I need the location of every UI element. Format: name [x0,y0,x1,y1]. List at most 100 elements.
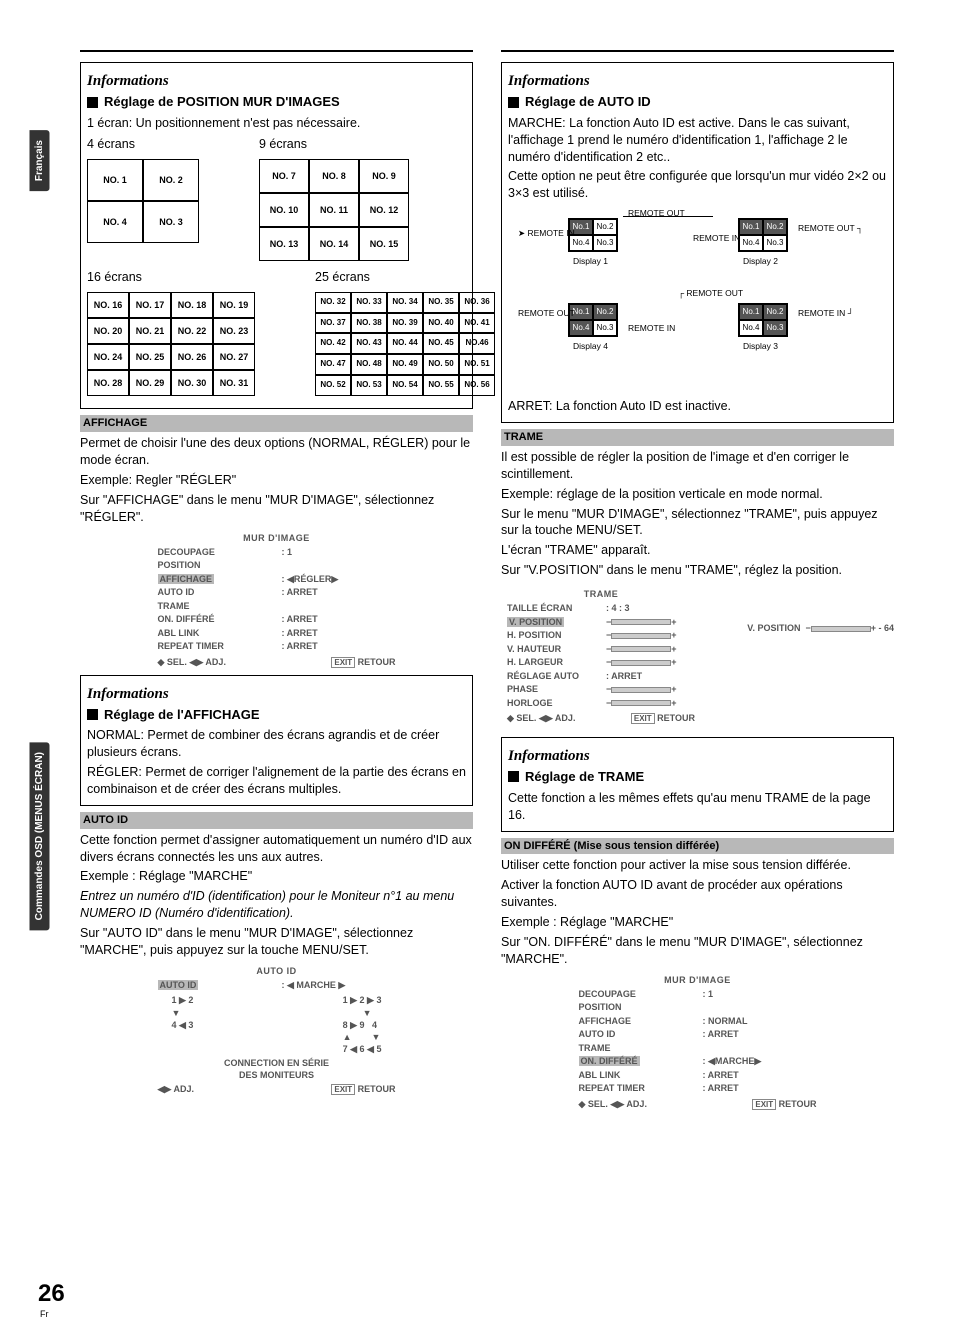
grid-cell: NO. 23 [213,318,255,344]
grid-cell: NO. 53 [351,375,387,396]
osd-row: H. POSITION−+ [501,629,701,643]
grid-cell: NO. 16 [87,292,129,318]
trame-ref: Cette fonction a les mêmes effets qu'au … [508,790,887,824]
info-box-position-mur: Informations Réglage de POSITION MUR D'I… [80,62,473,409]
osd-foot-right-2: EXIT RETOUR [331,1083,395,1096]
osd-title-autoid: AUTO ID [152,965,402,977]
grid-cell: NO. 8 [309,159,359,193]
osd-row: HORLOGE−+ [501,697,701,711]
osd-row: H. LARGEUR−+ [501,656,701,670]
remote-diagram: No.1No.2 No.4No.3 Display 1 ➤ REMOTE IN … [508,208,887,388]
trame-p2: Sur le menu "MUR D'IMAGE", sélectionnez … [501,506,894,540]
sub-reglage-trame: Réglage de TRAME [508,768,887,786]
sub-reglage-autoid: Réglage de AUTO ID [508,93,887,111]
trame-heading: TRAME [501,429,894,446]
affichage-heading: AFFICHAGE [80,415,473,432]
ondiff-p1: Utiliser cette fonction pour activer la … [501,857,894,874]
regler-desc: RÉGLER: Permet de corriger l'alignement … [87,764,466,798]
grid-cell: NO. 17 [129,292,171,318]
affichage-p1: Permet de choisir l'une des deux options… [80,435,473,469]
sub-reglage-position: Réglage de POSITION MUR D'IMAGES [87,93,466,111]
osd-row: PHASE−+ [501,683,701,697]
autoid-example: Exemple : Réglage "MARCHE" [80,868,473,885]
info-box-trame: Informations Réglage de TRAME Cette fonc… [501,737,894,832]
autoid-p2: Sur "AUTO ID" dans le menu "MUR D'IMAGE"… [80,925,473,959]
ondiff-example: Exemple : Réglage "MARCHE" [501,914,894,931]
grid-cell: NO. 7 [259,159,309,193]
label-16-ecrans: 16 écrans [87,269,255,286]
grid-cell: NO. 51 [459,354,495,375]
osd-row: ABL LINK: ARRET [152,627,402,641]
grid-cell: NO. 49 [387,354,423,375]
grid-cell: NO.46 [459,333,495,354]
grid-cell: NO. 12 [359,193,409,227]
grid-cell: NO. 50 [423,354,459,375]
grid-cell: NO. 56 [459,375,495,396]
grid-cell: NO. 24 [87,344,129,370]
osd-row: POSITION [573,1001,823,1015]
seq-right-icon: 1 ▶ 2 ▶ 3 ▼8 ▶ 9 4▲ ▼7 ◀ 6 ◀ 5 [343,994,382,1055]
grid-cell: NO. 4 [87,201,143,243]
trame-example: Exemple: réglage de la position vertical… [501,486,894,503]
page-number-sub: Fr [40,1308,49,1320]
grid-25-ecrans: NO. 32NO. 33NO. 34NO. 35NO. 36NO. 37NO. … [315,292,495,396]
sidebar-section: Commandes OSD (MENUS ÉCRAN) [30,742,50,930]
grid-cell: NO. 18 [171,292,213,318]
osd-conn-1: CONNECTION EN SÉRIE [152,1057,402,1069]
page-number: 26 [38,1278,65,1310]
informations-heading-2: Informations [87,684,466,704]
ondiff-p2: Activer la fonction AUTO ID avant de pro… [501,877,894,911]
grid-cell: NO. 55 [423,375,459,396]
grid-cell: NO. 22 [171,318,213,344]
grid-cell: NO. 3 [143,201,199,243]
osd-title: MUR D'IMAGE [152,532,402,544]
osd-auto-id: AUTO ID AUTO ID : ◀ MARCHE ▶ 1 ▶ 2▼4 ◀ 3… [152,965,402,1096]
trame-p4: Sur "V.POSITION" dans le menu "TRAME", r… [501,562,894,579]
osd-mur-image-1: MUR D'IMAGE DECOUPAGE: 1POSITIONAFFICHAG… [152,532,402,669]
osd-row: DECOUPAGE: 1 [573,988,823,1002]
osd-trame-side: V. POSITION −+ - 64 [747,582,894,634]
osd-row: TRAME [152,600,402,614]
label-25-ecrans: 25 écrans [315,269,495,286]
grid-4-ecrans: NO. 1NO. 2NO. 4NO. 3 [87,159,199,243]
osd-row: ABL LINK: ARRET [573,1069,823,1083]
grid-cell: NO. 1 [87,159,143,201]
autoid-p1: Cette fonction permet d'assigner automat… [80,832,473,866]
grid-cell: NO. 36 [459,292,495,313]
grid-cell: NO. 28 [87,370,129,396]
osd-row: DECOUPAGE: 1 [152,546,402,560]
osd-row: V. HAUTEUR−+ [501,643,701,657]
grid-cell: NO. 40 [423,313,459,334]
grid-cell: NO. 52 [315,375,351,396]
autoid-note: Entrez un numéro d'ID (identification) p… [80,888,473,922]
grid-cell: NO. 45 [423,333,459,354]
grid-cell: NO. 15 [359,227,409,261]
arret-desc: ARRET: La fonction Auto ID est inactive. [508,398,887,415]
informations-heading-r2: Informations [508,746,887,766]
grid-cell: NO. 37 [315,313,351,334]
grid-cell: NO. 32 [315,292,351,313]
osd-foot-left-3: ◆ SEL. ◀▶ ADJ. [507,712,575,725]
osd-trame: TRAME TAILLE ÉCRAN: 4 : 3V. POSITION−+H.… [501,588,701,725]
osd-row: AFFICHAGE: NORMAL [573,1015,823,1029]
osd-foot-left-2: ◀▶ ADJ. [158,1083,195,1096]
osd-foot-right: EXIT RETOUR [331,656,395,669]
grid-cell: NO. 38 [351,313,387,334]
osd-row: AUTO ID: ARRET [573,1028,823,1042]
grid-cell: NO. 43 [351,333,387,354]
marche-desc: MARCHE: La fonction Auto ID est active. … [508,115,887,166]
affichage-p2: Sur "AFFICHAGE" dans le menu "MUR D'IMAG… [80,492,473,526]
grid-cell: NO. 31 [213,370,255,396]
grid-cell: NO. 41 [459,313,495,334]
grid-cell: NO. 35 [423,292,459,313]
osd-row: AUTO ID: ARRET [152,586,402,600]
ondiffere-heading: ON DIFFÉRÉ (Mise sous tension différée) [501,838,894,855]
osd-foot-right-3: EXIT RETOUR [631,712,695,725]
osd-row: REPEAT TIMER: ARRET [573,1082,823,1096]
option-note: Cette option ne peut être configurée que… [508,168,887,202]
osd-row: V. POSITION−+ [501,616,701,630]
osd-foot-left: ◆ SEL. ◀▶ ADJ. [158,656,226,669]
osd-row: TAILLE ÉCRAN: 4 : 3 [501,602,701,616]
grid-cell: NO. 30 [171,370,213,396]
grid-9-ecrans: NO. 7NO. 8NO. 9NO. 10NO. 11NO. 12NO. 13N… [259,159,409,261]
